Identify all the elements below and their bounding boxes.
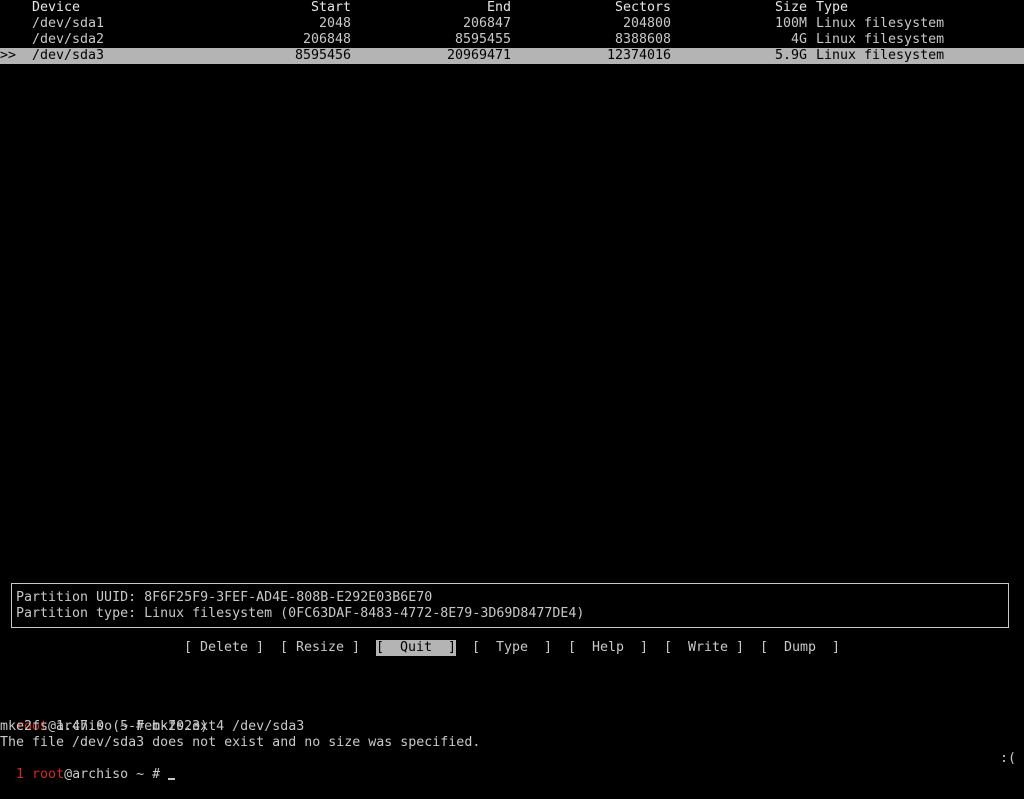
quit-button[interactable]: [ Quit ] (376, 640, 457, 656)
partition-device: /dev/sda3 (32, 48, 105, 63)
column-header-size: Size (774, 0, 807, 15)
partition-type-info: Partition type: Linux filesystem (0FC63D… (16, 606, 585, 621)
help-button[interactable]: [ Help ] (568, 640, 648, 656)
text-cursor (168, 778, 176, 780)
column-header-start: Start (310, 0, 351, 15)
terminal-line-prompt[interactable]: 1 root@archiso ~ # :( (0, 751, 1024, 782)
partition-end: 8595455 (454, 32, 511, 47)
partition-type: Linux filesystem (816, 48, 945, 63)
resize-button[interactable]: [ Resize ] (280, 640, 360, 656)
partition-device: /dev/sda2 (32, 32, 105, 47)
partition-uuid: Partition UUID: 8F6F25F9-3FEF-AD4E-808B-… (16, 590, 433, 605)
partition-sectors: 8388608 (614, 32, 671, 47)
right-status: :( (999, 751, 1016, 766)
column-header-type: Type (816, 0, 849, 15)
partition-row-sda1[interactable]: /dev/sda1 2048 206847 204800 100M Linux … (0, 16, 1024, 32)
terminal-line-version: mke2fs 1.47.0 (5-Feb-2023) (0, 719, 209, 734)
partition-row-sda2[interactable]: /dev/sda2 206848 8595455 8388608 4G Linu… (0, 32, 1024, 48)
partition-size: 4G (790, 32, 807, 47)
column-header-sectors: Sectors (614, 0, 671, 15)
terminal-line-error: The file /dev/sda3 does not exist and no… (0, 735, 481, 750)
delete-button[interactable]: [ Delete ] (184, 640, 264, 656)
partition-size: 100M (774, 16, 807, 31)
column-header-device: Device (32, 0, 81, 15)
write-button[interactable]: [ Write ] (664, 640, 744, 656)
partition-type: Linux filesystem (816, 16, 945, 31)
partition-row-sda3[interactable]: >> /dev/sda3 8595456 20969471 12374016 5… (0, 48, 1024, 64)
partition-sectors: 204800 (622, 16, 671, 31)
terminal-line-command: root@archiso ~ # mkfs.ext4 /dev/sda3 (0, 703, 1024, 734)
partition-start: 206848 (302, 32, 351, 47)
partition-sectors: 12374016 (606, 48, 671, 63)
partition-device: /dev/sda1 (32, 16, 105, 31)
column-header-end: End (486, 0, 511, 15)
prompt-user: root (32, 767, 65, 782)
partition-start: 8595456 (294, 48, 351, 63)
partition-size: 5.9G (774, 48, 807, 63)
dump-button[interactable]: [ Dump ] (760, 640, 840, 656)
prompt-text: @archiso ~ # (64, 767, 169, 782)
partition-info-box: Partition UUID: 8F6F25F9-3FEF-AD4E-808B-… (11, 583, 1009, 628)
partition-start: 2048 (318, 16, 351, 31)
partition-type: Linux filesystem (816, 32, 945, 47)
partition-end: 206847 (462, 16, 511, 31)
partition-end: 20969471 (446, 48, 511, 63)
table-header: Device Start End Sectors Size Type (0, 0, 1024, 16)
type-button[interactable]: [ Type ] (472, 640, 552, 656)
selection-marker: >> (0, 48, 17, 63)
exit-status: 1 (16, 767, 25, 782)
